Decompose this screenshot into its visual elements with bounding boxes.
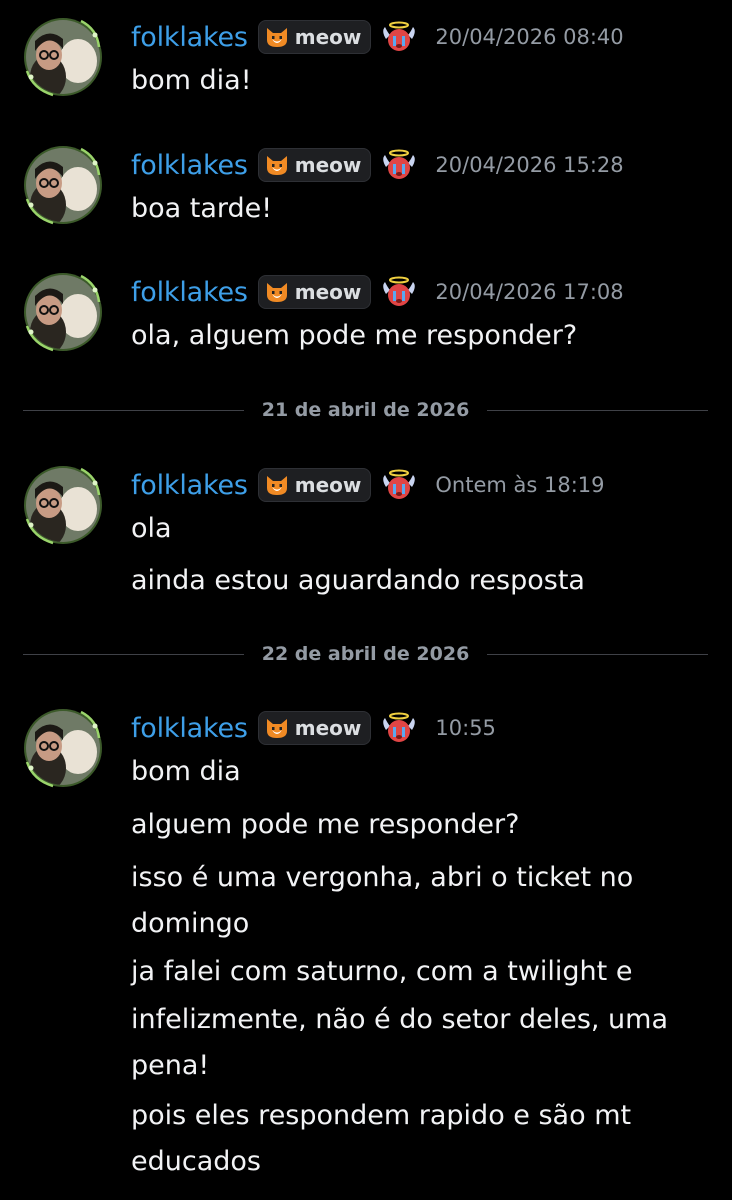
cat-face-icon [266,156,287,175]
avatar[interactable] [23,272,103,352]
guild-tag-label: meow [294,716,362,740]
message-header: folklakes meow 20/04/2026 17:08 [131,272,624,312]
message-timestamp[interactable]: 20/04/2026 08:40 [435,25,623,49]
avatar[interactable] [23,708,103,788]
guild-tag-label: meow [294,153,362,177]
guild-tag[interactable]: meow [257,275,372,309]
guild-tag-label: meow [294,25,362,49]
angel-crying-face-icon[interactable] [381,469,417,501]
angel-crying-face-icon[interactable] [381,149,417,181]
avatar-photo-icon [24,273,102,352]
message-text: ola, alguem pode me responder? [131,320,578,351]
message-header: folklakes meow 20/04/2026 15:28 [131,145,624,185]
avatar-photo-icon [24,18,102,97]
cat-face-icon [266,476,287,495]
message-timestamp[interactable]: 20/04/2026 15:28 [435,153,623,177]
username[interactable]: folklakes [131,470,248,501]
guild-tag-label: meow [294,473,362,497]
guild-tag[interactable]: meow [257,468,372,502]
message-text: educados [131,1146,261,1177]
divider-line [23,653,244,655]
cat-face-icon [266,28,287,47]
guild-tag[interactable]: meow [257,711,372,745]
angel-crying-face-icon[interactable] [381,276,417,308]
message-timestamp[interactable]: Ontem às 18:19 [435,473,604,497]
divider-line [23,409,244,411]
message-text: infelizmente, não é do setor deles, uma [131,1004,669,1035]
message-header: folklakes meow 20/04/2026 08:40 [131,17,624,57]
message-timestamp[interactable]: 20/04/2026 17:08 [435,280,623,304]
avatar[interactable] [23,17,103,97]
guild-tag[interactable]: meow [257,148,372,182]
message-text: pois eles respondem rapido e são mt [131,1100,632,1131]
message-text: pena! [131,1050,210,1081]
date-divider-label: 21 de abril de 2026 [261,399,470,421]
message-text: boa tarde! [131,193,273,224]
cat-face-icon [266,719,287,738]
username[interactable]: folklakes [131,22,248,53]
date-divider: 22 de abril de 2026 [23,640,709,668]
divider-line [487,653,709,655]
message-text: domingo [131,908,250,939]
username[interactable]: folklakes [131,150,248,181]
guild-tag[interactable]: meow [257,20,372,54]
message-text: isso é uma vergonha, abri o ticket no [131,862,634,893]
angel-crying-face-icon[interactable] [381,21,417,53]
message-header: folklakes meow Ontem às 18:19 [131,465,605,505]
message-text: alguem pode me responder? [131,809,520,840]
avatar-photo-icon [24,466,102,545]
avatar[interactable] [23,145,103,225]
avatar[interactable] [23,465,103,545]
message-timestamp[interactable]: 10:55 [435,716,496,740]
avatar-photo-icon [24,146,102,225]
message-header: folklakes meow 10:55 [131,708,496,748]
avatar-photo-icon [24,709,102,788]
message-text: ola [131,513,172,544]
date-divider-label: 22 de abril de 2026 [261,643,470,665]
message-text: ja falei com saturno, com a twilight e [131,956,633,987]
message-text: bom dia! [131,65,252,96]
angel-crying-face-icon[interactable] [381,712,417,744]
username[interactable]: folklakes [131,713,248,744]
username[interactable]: folklakes [131,277,248,308]
date-divider: 21 de abril de 2026 [23,396,709,424]
message-text: bom dia [131,756,241,787]
divider-line [487,409,709,411]
message-text: ainda estou aguardando resposta [131,565,585,596]
guild-tag-label: meow [294,280,362,304]
cat-face-icon [266,283,287,302]
